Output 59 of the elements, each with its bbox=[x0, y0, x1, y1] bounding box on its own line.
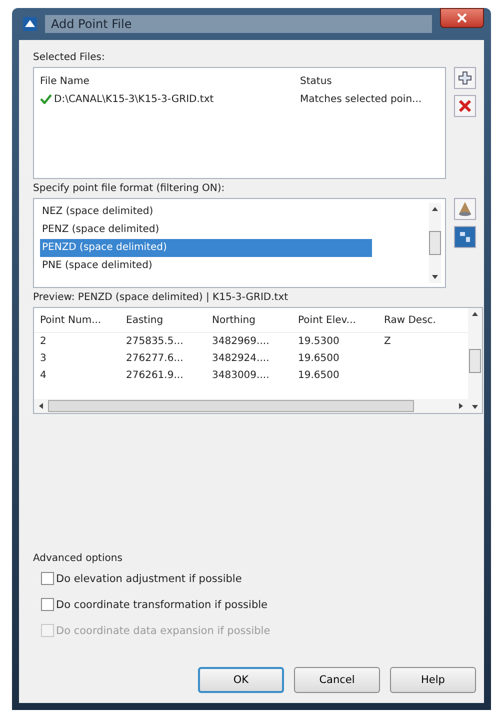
table-icon bbox=[457, 229, 473, 245]
scroll-thumb[interactable] bbox=[48, 400, 414, 412]
table-cell-text: 275835.5... bbox=[125, 336, 184, 347]
scroll-thumb[interactable] bbox=[469, 348, 481, 372]
cone-icon bbox=[457, 201, 473, 217]
app-icon bbox=[23, 17, 37, 31]
dialog-button[interactable]: Help bbox=[390, 667, 476, 693]
column-header[interactable]: Northing bbox=[206, 314, 292, 326]
table-cell-text: 4 bbox=[39, 370, 48, 381]
format-item[interactable]: PENZD (space delimited) bbox=[40, 239, 372, 257]
option-checkbox[interactable]: Do coordinate transformation if possible bbox=[41, 598, 476, 611]
up-arrow-icon bbox=[431, 206, 439, 212]
table-cell-text: 276277.6... bbox=[125, 353, 184, 364]
column-header[interactable]: Status bbox=[300, 76, 439, 86]
table-cell-text: Z bbox=[383, 336, 392, 347]
column-header[interactable]: Point Num... bbox=[34, 314, 120, 326]
delete-icon bbox=[458, 99, 472, 113]
close-button[interactable] bbox=[440, 8, 484, 28]
status-cell-text: Matches selected poin... bbox=[300, 94, 423, 104]
scrollbar[interactable] bbox=[429, 203, 441, 283]
table-cell-text: 19.6500 bbox=[297, 353, 340, 364]
column-header[interactable]: Point Elev... bbox=[292, 314, 378, 326]
format-item[interactable]: PENZ (space delimited) bbox=[40, 221, 372, 239]
table-cell-text: 19.6500 bbox=[297, 370, 340, 381]
down-arrow-icon bbox=[471, 404, 479, 410]
left-arrow-icon bbox=[38, 402, 44, 410]
option-checkbox[interactable]: Do elevation adjustment if possible bbox=[41, 572, 476, 585]
table-cell-text: 3 bbox=[39, 353, 48, 364]
format-edit-button[interactable] bbox=[454, 198, 476, 220]
down-arrow-icon bbox=[431, 274, 439, 280]
close-icon bbox=[457, 13, 467, 23]
section-label: Specify point file format (filtering ON): bbox=[33, 183, 226, 194]
table-cell-text: 2 bbox=[39, 336, 48, 347]
column-header[interactable]: File Name bbox=[40, 76, 300, 86]
scroll-thumb[interactable] bbox=[429, 231, 441, 255]
table-cell-text: 3482969.... bbox=[211, 336, 270, 347]
preview-label: Preview: PENZD (space delimited) | K15-3-GRID.txt bbox=[33, 292, 290, 303]
table-cell-text: 3482924.... bbox=[211, 353, 270, 364]
remove-file-button[interactable] bbox=[454, 95, 476, 117]
column-header[interactable]: Easting bbox=[120, 314, 206, 326]
add-icon bbox=[457, 70, 473, 86]
file-name-cell: D:\CANAL\K15-3\K15-3-GRID.txt bbox=[54, 94, 214, 104]
section-label: Selected Files: bbox=[33, 52, 106, 63]
table-cell-text: 3483009.... bbox=[211, 370, 270, 381]
section-label: Advanced options bbox=[33, 553, 124, 564]
format-item[interactable]: PNE (space delimited) bbox=[40, 257, 372, 275]
add-file-button[interactable] bbox=[454, 67, 476, 89]
dialog-button[interactable]: Cancel bbox=[294, 667, 380, 693]
table-cell-text: 276261.9... bbox=[125, 370, 184, 381]
format-item[interactable]: NEZ (space delimited) bbox=[40, 203, 372, 221]
right-arrow-icon bbox=[458, 402, 464, 410]
format-manager-button[interactable] bbox=[454, 226, 476, 248]
table-cell-text: 19.5300 bbox=[297, 336, 340, 347]
dialog-button[interactable]: OK bbox=[198, 667, 284, 693]
window-title: Add Point File bbox=[45, 15, 432, 33]
vertical-scrollbar[interactable] bbox=[468, 308, 482, 413]
column-header[interactable]: Raw Desc. bbox=[378, 314, 464, 326]
horizontal-scrollbar[interactable] bbox=[34, 399, 468, 413]
up-arrow-icon bbox=[471, 311, 479, 317]
